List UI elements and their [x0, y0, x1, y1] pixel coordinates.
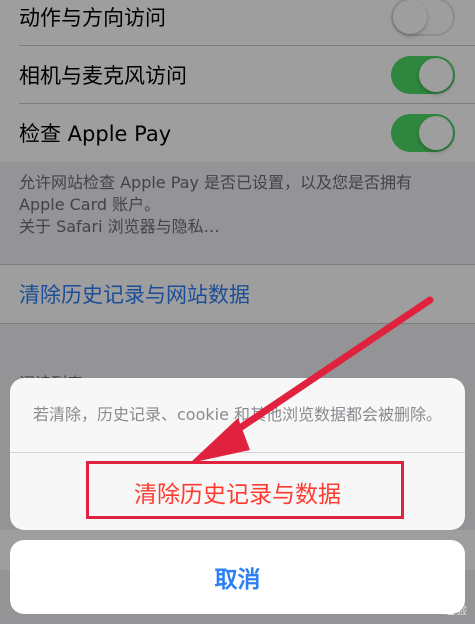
- watermark: Bai 经验: [420, 603, 467, 617]
- annotation-highlight-box: [86, 461, 404, 519]
- clear-history-and-data-button[interactable]: 清除历史记录与数据: [10, 453, 465, 530]
- cancel-button[interactable]: 取消: [10, 540, 465, 614]
- action-sheet-message: 若清除，历史记录、cookie 和其他浏览数据都会被删除。: [32, 405, 443, 424]
- action-sheet: 若清除，历史记录、cookie 和其他浏览数据都会被删除。 清除历史记录与数据: [10, 378, 465, 530]
- cancel-label: 取消: [214, 567, 261, 593]
- modal-dim-overlay: [0, 0, 475, 624]
